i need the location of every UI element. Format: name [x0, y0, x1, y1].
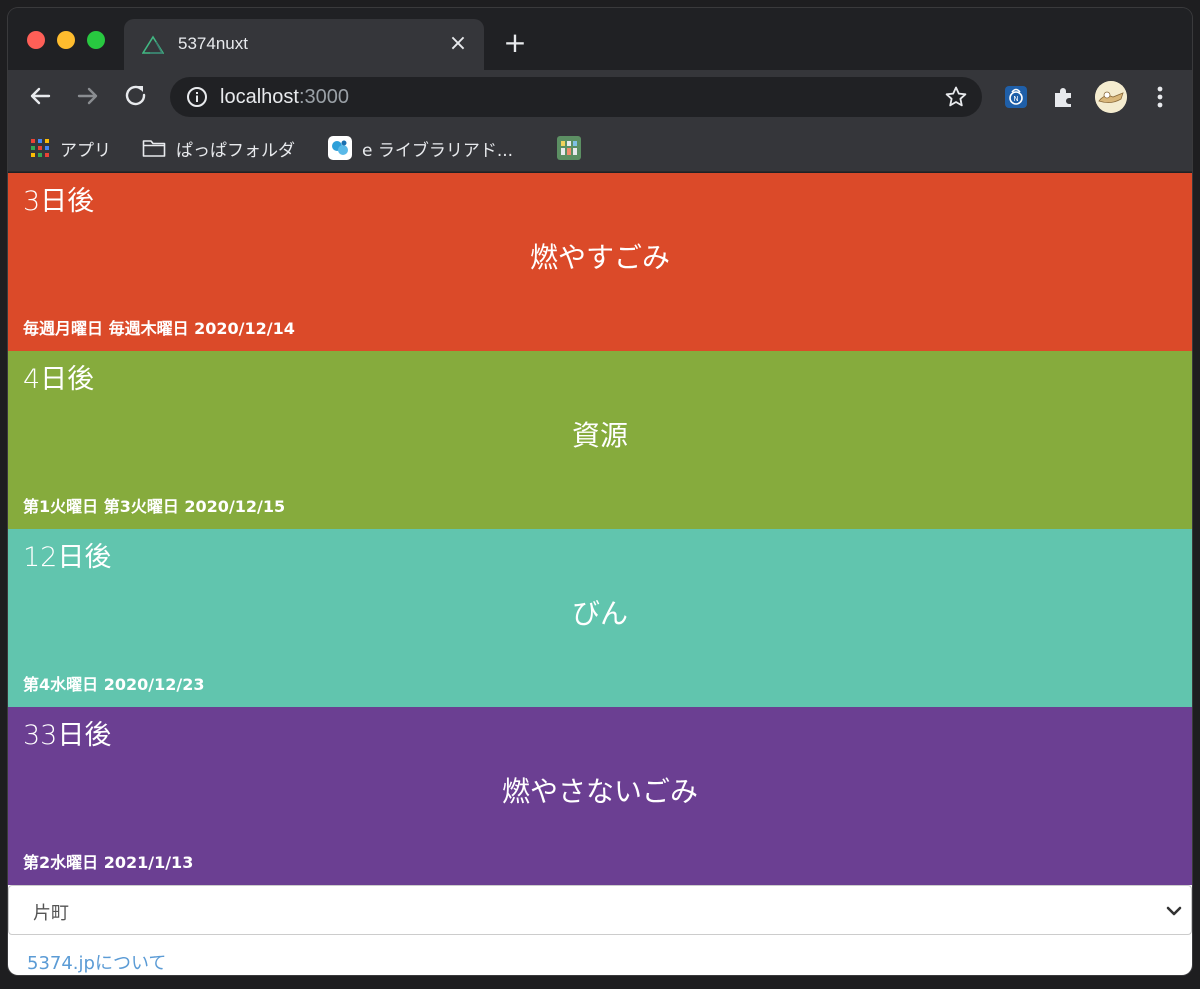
garbage-card[interactable]: 33日後 燃やさないごみ 第2水曜日 2021/1/13 [8, 707, 1192, 885]
site-info-icon[interactable] [186, 86, 208, 108]
elibrary-icon [328, 136, 352, 160]
bookmarks-bar: アプリ ぱっぱフォルダ e ライブラリアド... [8, 124, 1192, 172]
folder-icon [142, 140, 166, 157]
nuxt-icon [141, 35, 165, 55]
area-select[interactable]: 片町 [8, 885, 1192, 935]
about-link[interactable]: 5374.jpについて [27, 949, 166, 975]
area-select-value: 片町 [33, 903, 69, 924]
garbage-card[interactable]: 4日後 資源 第1火曜日 第3火曜日 2020/12/15 [8, 351, 1192, 529]
garbage-card[interactable]: 3日後 燃やすごみ 毎週月曜日 毎週木曜日 2020/12/14 [8, 173, 1192, 351]
page-content: 3日後 燃やすごみ 毎週月曜日 毎週木曜日 2020/12/14 4日後 資源 … [8, 173, 1192, 975]
url-port: :3000 [298, 86, 349, 108]
collection-schedule-label: 毎週月曜日 毎週木曜日 2020/12/14 [23, 319, 295, 338]
days-until-label: 3日後 [23, 186, 95, 217]
reload-icon [125, 85, 146, 106]
address-bar[interactable]: localhost:3000 [170, 77, 982, 117]
arrow-right-icon [77, 87, 98, 105]
collection-schedule-label: 第1火曜日 第3火曜日 2020/12/15 [23, 497, 286, 516]
bookmark-app-icon [557, 136, 581, 160]
bookmark-label: e ライブラリアド... [362, 140, 514, 161]
extensions-puzzle-icon[interactable] [1051, 84, 1077, 110]
arrow-left-icon [30, 87, 51, 105]
bookmark-label: ぱっぱフォルダ [176, 140, 295, 161]
garbage-type-label: びん [571, 597, 628, 630]
apps-grid-icon [31, 139, 49, 157]
days-until-label: 33日後 [23, 720, 112, 751]
url-host: localhost [220, 86, 299, 108]
back-button[interactable] [24, 80, 56, 112]
bookmark-apps[interactable]: アプリ [30, 136, 111, 161]
tab-active[interactable]: 5374nuxt × [124, 19, 484, 70]
garbage-type-label: 燃やすごみ [529, 241, 670, 274]
svg-text:N: N [1013, 95, 1018, 103]
shield-extension-icon[interactable]: N [1003, 84, 1029, 110]
tab-title: 5374nuxt [178, 34, 248, 53]
days-until-label: 4日後 [23, 364, 95, 395]
collection-schedule-label: 第4水曜日 2020/12/23 [23, 675, 205, 694]
url-text: localhost:3000 [220, 86, 349, 109]
bookmark-elibrary[interactable]: e ライブラリアド... [328, 136, 514, 161]
bookmark-app[interactable] [557, 136, 581, 160]
forward-button[interactable] [72, 80, 104, 112]
tab-close-icon[interactable]: × [448, 33, 468, 55]
chevron-down-icon [1165, 902, 1183, 920]
window-zoom-button[interactable] [87, 31, 105, 49]
bookmark-star-icon[interactable] [944, 85, 968, 109]
reload-button[interactable] [120, 80, 152, 112]
window-close-button[interactable] [27, 31, 45, 49]
tab-strip: 5374nuxt × + [8, 8, 1192, 70]
garbage-type-label: 燃やさないごみ [501, 775, 698, 808]
avatar-illustration-icon [1095, 81, 1127, 113]
days-until-label: 12日後 [23, 542, 112, 573]
window-minimize-button[interactable] [57, 31, 75, 49]
kebab-menu-icon[interactable] [1148, 84, 1172, 110]
browser-toolbar: localhost:3000 N [8, 70, 1192, 124]
garbage-card[interactable]: 12日後 びん 第4水曜日 2020/12/23 [8, 529, 1192, 707]
browser-window: 5374nuxt × + localhost:3000 N アプリ ぱっぱフォル… [8, 8, 1192, 975]
profile-avatar[interactable] [1095, 81, 1127, 113]
bookmark-folder[interactable]: ぱっぱフォルダ [142, 136, 295, 161]
new-tab-button[interactable]: + [502, 29, 528, 57]
bookmark-label: アプリ [60, 140, 111, 161]
garbage-type-label: 資源 [571, 419, 628, 452]
collection-schedule-label: 第2水曜日 2021/1/13 [23, 853, 194, 872]
